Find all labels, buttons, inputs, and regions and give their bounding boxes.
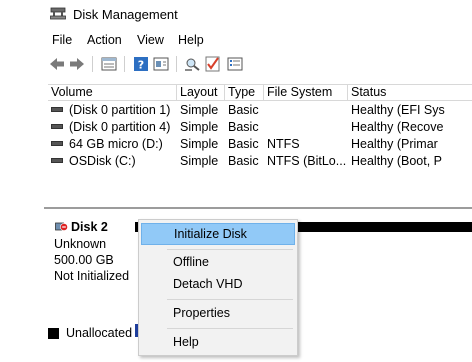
file-system-cell: NTFS bbox=[267, 137, 300, 151]
rescan-icon[interactable] bbox=[184, 55, 202, 73]
column-header-volume[interactable]: Volume bbox=[48, 85, 177, 101]
menu-item-help[interactable]: Help bbox=[141, 331, 295, 353]
column-header-type[interactable]: Type bbox=[225, 85, 264, 101]
volume-cell: (Disk 0 partition 1) bbox=[48, 102, 177, 119]
menu-file[interactable]: File bbox=[52, 33, 72, 47]
app-title: Disk Management bbox=[73, 7, 178, 22]
disk-management-icon bbox=[50, 7, 66, 20]
volume-cell: (Disk 0 partition 4) bbox=[48, 119, 177, 136]
back-arrow-icon[interactable] bbox=[48, 55, 66, 73]
menu-item-detach-vhd[interactable]: Detach VHD bbox=[141, 273, 295, 295]
file-system-cell bbox=[264, 119, 348, 136]
properties-icon[interactable] bbox=[152, 55, 170, 73]
unallocated-swatch bbox=[48, 328, 59, 339]
table-row[interactable]: (Disk 0 partition 1) Simple Basic Health… bbox=[48, 102, 472, 119]
type-cell: Basic bbox=[228, 120, 259, 134]
type-cell: Basic bbox=[228, 103, 259, 117]
menu-separator bbox=[167, 328, 293, 329]
toolbar-separator bbox=[124, 56, 125, 72]
menu-item-offline[interactable]: Offline bbox=[141, 251, 295, 273]
status-cell: Healthy (Primar bbox=[351, 137, 438, 151]
status-cell: Healthy (EFI Sys bbox=[351, 103, 445, 117]
menu-separator bbox=[167, 299, 293, 300]
toolbar: ? bbox=[44, 54, 472, 74]
volume-cell: 64 GB micro (D:) bbox=[48, 136, 177, 153]
volume-cell: OSDisk (C:) bbox=[48, 153, 177, 170]
type-cell: Basic bbox=[228, 137, 259, 151]
file-system-cell bbox=[264, 102, 348, 119]
menu-help[interactable]: Help bbox=[178, 33, 204, 47]
table-row[interactable]: OSDisk (C:) Simple Basic NTFS (BitLo... … bbox=[48, 153, 472, 170]
status-cell: Healthy (Recove bbox=[351, 120, 444, 134]
column-header-layout[interactable]: Layout bbox=[177, 85, 225, 101]
disk-size: 500.00 GB bbox=[54, 253, 114, 267]
table-row[interactable]: (Disk 0 partition 4) Simple Basic Health… bbox=[48, 119, 472, 136]
column-header-file-system[interactable]: File System bbox=[264, 85, 348, 101]
title-bar: Disk Management bbox=[0, 0, 472, 28]
file-system-cell: NTFS (BitLo... bbox=[267, 154, 347, 168]
menu-item-initialize-disk[interactable]: Initialize Disk bbox=[141, 223, 295, 245]
legend-unallocated: Unallocated bbox=[66, 326, 133, 340]
toolbar-separator bbox=[176, 56, 177, 72]
status-cell: Healthy (Boot, P bbox=[351, 154, 443, 168]
disk-not-initialized-icon bbox=[55, 221, 68, 232]
drive-icon bbox=[51, 124, 63, 130]
svg-text:?: ? bbox=[138, 59, 144, 72]
volume-name: (Disk 0 partition 4) bbox=[69, 120, 171, 134]
disk-2-label[interactable]: Disk 2 Unknown 500.00 GB Not Initialized bbox=[44, 217, 134, 295]
disk-state: Not Initialized bbox=[54, 269, 130, 283]
check-icon[interactable] bbox=[204, 55, 222, 73]
column-header-status[interactable]: Status bbox=[348, 85, 472, 101]
disk-name: Disk 2 bbox=[71, 220, 108, 234]
volume-name: (Disk 0 partition 1) bbox=[69, 103, 171, 117]
menu-item-properties[interactable]: Properties bbox=[141, 302, 295, 324]
drive-icon bbox=[51, 107, 63, 113]
drive-icon bbox=[51, 158, 63, 164]
type-cell: Basic bbox=[228, 154, 259, 168]
help-icon[interactable]: ? bbox=[132, 55, 150, 73]
table-row[interactable]: 64 GB micro (D:) Simple Basic NTFS Healt… bbox=[48, 136, 472, 153]
menu-action[interactable]: Action bbox=[87, 33, 122, 47]
menu-separator bbox=[167, 249, 293, 250]
volume-name: OSDisk (C:) bbox=[69, 154, 136, 168]
menu-bar: File Action View Help bbox=[0, 31, 472, 51]
layout-cell: Simple bbox=[180, 103, 219, 117]
table-header: Volume Layout Type File System Status bbox=[48, 84, 472, 101]
settings-list-icon[interactable] bbox=[226, 55, 244, 73]
toolbar-separator bbox=[92, 56, 93, 72]
context-menu: Initialize Disk Offline Detach VHD Prope… bbox=[138, 219, 298, 356]
forward-arrow-icon[interactable] bbox=[68, 55, 86, 73]
layout-cell: Simple bbox=[180, 120, 219, 134]
unallocated-bar[interactable] bbox=[294, 222, 472, 232]
layout-cell: Simple bbox=[180, 137, 219, 151]
menu-view[interactable]: View bbox=[137, 33, 164, 47]
disk-list-icon[interactable] bbox=[100, 55, 118, 73]
volume-name: 64 GB micro (D:) bbox=[69, 137, 163, 151]
layout-cell: Simple bbox=[180, 154, 219, 168]
drive-icon bbox=[51, 141, 63, 147]
disk-kind: Unknown bbox=[54, 237, 107, 251]
